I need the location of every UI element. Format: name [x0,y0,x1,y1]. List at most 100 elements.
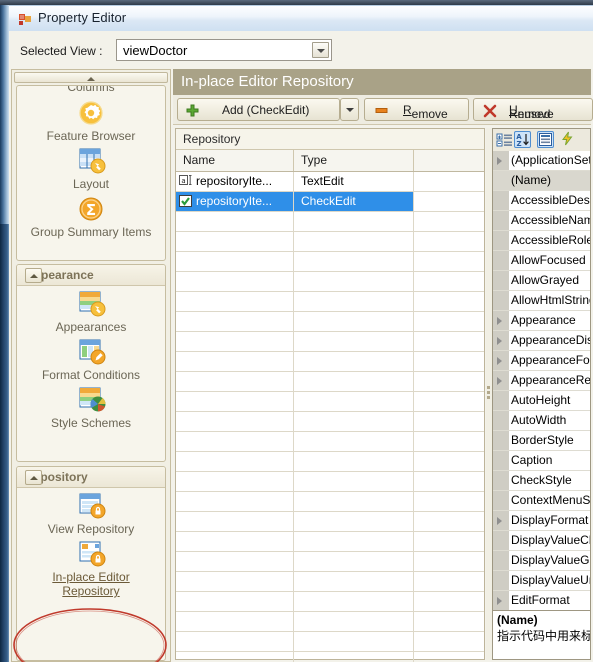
property-name: AppearanceFoc [511,353,590,367]
property-row[interactable]: DisplayValueUnc [493,571,590,591]
remove-button[interactable]: Remove [364,98,469,121]
sidebar-item-style-schemes[interactable]: Style Schemes [17,385,165,433]
sidebar-item-feature-browser[interactable]: Feature Browser [17,98,165,146]
sidebar-scroll-up-button[interactable] [14,72,168,83]
property-row[interactable]: Caption [493,451,590,471]
property-row[interactable]: DisplayValueGra [493,551,590,571]
remove-unused-button-label: Remove Unused [509,103,554,121]
property-row[interactable]: AppearanceFoc [493,351,590,371]
table-row[interactable]: a repositoryIte... TextEdit [176,172,484,192]
events-icon[interactable] [560,131,577,148]
property-row[interactable]: AppearanceDisa [493,331,590,351]
chevron-up-icon[interactable] [25,268,42,283]
expander-icon[interactable] [497,357,502,365]
sidebar-item-label: Group Summary Items [30,225,152,239]
selected-view-label: Selected View : [20,44,103,58]
table-row-empty[interactable] [176,212,484,232]
table-row-empty[interactable] [176,352,484,372]
properties-icon[interactable] [537,131,554,148]
expander-icon[interactable] [497,597,502,605]
property-name: AccessibleRole [511,233,590,247]
title-bar: Property Editor [9,5,593,32]
add-button[interactable]: Add (CheckEdit) [177,98,340,121]
table-row-empty[interactable] [176,292,484,312]
minus-icon [375,108,388,113]
table-row-empty[interactable] [176,652,484,662]
property-row[interactable]: AllowGrayed [493,271,590,291]
column-header-type[interactable]: Type [294,150,414,171]
table-row-empty[interactable] [176,272,484,292]
table-row-empty[interactable] [176,372,484,392]
selected-view-combobox[interactable]: viewDoctor [116,39,332,61]
expander-icon[interactable] [497,317,502,325]
property-row[interactable]: AllowHtmlString [493,291,590,311]
remove-unused-button[interactable]: Remove Unused [473,98,593,121]
chevron-down-icon[interactable] [312,42,329,58]
table-row-empty[interactable] [176,492,484,512]
property-name: AccessibleDescr [511,193,590,207]
property-name: ContextMenuSt [511,493,590,507]
table-row-empty[interactable] [176,572,484,592]
property-row[interactable]: AutoWidth [493,411,590,431]
property-row[interactable]: CheckStyle [493,471,590,491]
expander-icon[interactable] [497,157,502,165]
property-description-title: (Name) [497,613,538,627]
property-row[interactable]: AccessibleRole [493,231,590,251]
table-row-empty[interactable] [176,452,484,472]
expander-icon[interactable] [497,337,502,345]
expander-icon[interactable] [497,517,502,525]
property-row[interactable]: (Name) [493,171,590,191]
property-row[interactable]: (ApplicationSet [493,151,590,171]
property-name: AllowFocused [511,253,586,267]
sidebar-group-header-repository[interactable]: Repository [17,467,165,488]
sidebar-group-header-appearance[interactable]: Appearance [17,265,165,286]
alphabetical-sort-icon[interactable]: A Z [514,131,531,148]
property-row[interactable]: DisplayFormat [493,511,590,531]
chevron-up-icon[interactable] [25,470,42,485]
property-row[interactable]: ContextMenuSt [493,491,590,511]
property-grid[interactable]: A Z (ApplicationSet (Name) AccessibleDes… [492,128,591,660]
table-row-empty[interactable] [176,592,484,612]
table-row-empty[interactable] [176,432,484,452]
table-row-empty[interactable] [176,252,484,272]
table-row-empty[interactable] [176,532,484,552]
sidebar-item-view-repository[interactable]: View Repository [17,491,165,539]
table-row-empty[interactable] [176,552,484,572]
expander-icon[interactable] [497,377,502,385]
table-row-empty[interactable] [176,612,484,632]
table-row-empty[interactable] [176,392,484,412]
table-row-empty[interactable] [176,232,484,252]
property-row[interactable]: EditFormat [493,591,590,611]
table-row[interactable]: repositoryIte... CheckEdit [176,192,484,212]
cell-name: repositoryIte... [196,174,273,188]
table-row-empty[interactable] [176,472,484,492]
sidebar-item-format-conditions[interactable]: Format Conditions [17,337,165,385]
panel-header: In-place Editor Repository [173,69,591,95]
panel-toolbar: Add (CheckEdit) Remove Remove Unused [173,95,593,125]
property-grid-rows[interactable]: (ApplicationSet (Name) AccessibleDescr Acce… [493,151,590,611]
table-row-empty[interactable] [176,332,484,352]
table-row-empty[interactable] [176,312,484,332]
sidebar-item-appearances[interactable]: Appearances [17,289,165,337]
table-row-empty[interactable] [176,412,484,432]
format-conditions-icon [76,338,106,366]
sidebar-item-inplace-editor-repository[interactable]: In-place Editor Repository [17,539,165,601]
property-row[interactable]: AccessibleDescr [493,191,590,211]
property-row[interactable]: AutoHeight [493,391,590,411]
column-header-name[interactable]: Name [176,150,294,171]
property-row[interactable]: Appearance [493,311,590,331]
sidebar-item-group-summary-items[interactable]: Σ Group Summary Items [17,194,165,242]
repository-grid[interactable]: Repository Name Type a repositoryIte... … [175,128,485,662]
add-dropdown-button[interactable] [340,98,359,121]
sidebar-item-layout[interactable]: Layout [17,146,165,194]
property-row[interactable]: AppearanceRea [493,371,590,391]
categorized-icon[interactable] [496,131,513,148]
table-row-empty[interactable] [176,632,484,652]
property-row[interactable]: DisplayValueChe [493,531,590,551]
property-row[interactable]: AccessibleName [493,211,590,231]
column-header-blank[interactable] [414,150,484,171]
table-row-empty[interactable] [176,512,484,532]
property-row[interactable]: AllowFocused [493,251,590,271]
property-grid-toolbar: A Z [493,129,590,152]
property-row[interactable]: BorderStyle [493,431,590,451]
